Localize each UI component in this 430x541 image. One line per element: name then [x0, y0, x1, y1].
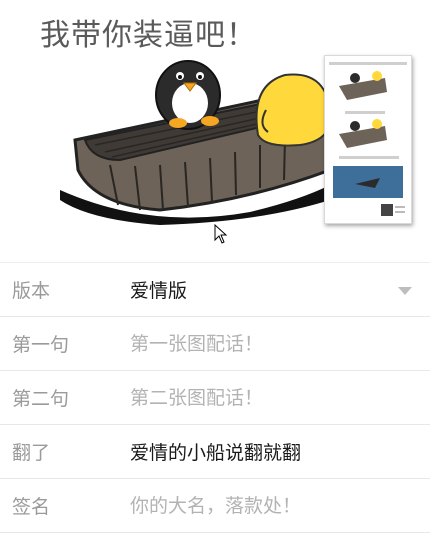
second-line-row: 第二句	[0, 371, 430, 425]
first-line-row: 第一句	[0, 317, 430, 371]
mouse-cursor-icon	[214, 224, 228, 244]
signature-label: 签名	[12, 496, 51, 518]
flipped-row: 翻了	[0, 425, 430, 479]
signature-input[interactable]	[130, 494, 400, 517]
first-line-label: 第一句	[12, 334, 70, 356]
flipped-input[interactable]	[130, 440, 400, 463]
version-label: 版本	[12, 280, 51, 302]
second-line-input[interactable]	[130, 386, 400, 409]
meme-form: 版本 爱情版 第一句 第二句 翻了 签名	[0, 263, 430, 533]
signature-row: 签名	[0, 479, 430, 533]
meme-thumbnail	[324, 55, 412, 224]
chevron-down-icon[interactable]	[398, 287, 412, 295]
first-line-input[interactable]	[130, 332, 400, 355]
version-row[interactable]: 版本 爱情版	[0, 263, 430, 317]
flipped-label: 翻了	[12, 442, 51, 464]
version-select[interactable]: 爱情版	[130, 276, 400, 303]
second-line-label: 第二句	[12, 388, 70, 410]
meme-preview: 我带你装逼吧！	[0, 0, 430, 262]
